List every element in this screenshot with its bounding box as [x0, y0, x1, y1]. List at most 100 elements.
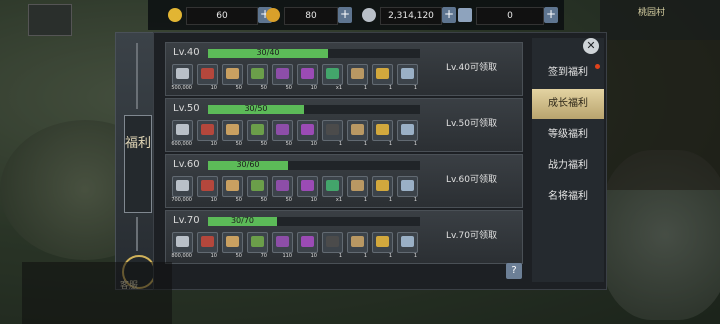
reward-item[interactable]: 1 [372, 176, 393, 203]
item-count: 1 [413, 141, 417, 147]
reward-item[interactable]: 1 [397, 232, 418, 259]
reward-item[interactable]: 1 [347, 176, 368, 203]
chat-box[interactable] [22, 262, 172, 324]
avatar[interactable] [28, 4, 72, 36]
nav-item[interactable]: 签到福利 [532, 58, 604, 88]
silver-box-icon [401, 124, 414, 135]
notification-dot [595, 64, 600, 69]
close-button[interactable]: ✕ [583, 38, 599, 54]
item-count: 1 [413, 85, 417, 91]
reward-item[interactable]: 50 [222, 120, 243, 147]
item-count: 10 [310, 253, 317, 259]
reward-item[interactable]: x1 [322, 64, 343, 91]
jade-stack-icon [251, 236, 264, 247]
reward-items: 500,000 10 50 50 50 10 x1 1 1 1 [171, 64, 422, 91]
scroll-icon [226, 180, 239, 191]
reward-items: 600,000 10 50 50 50 10 1 1 1 1 [171, 120, 422, 147]
item-count: 1 [413, 197, 417, 203]
purple-chest-icon [301, 68, 314, 79]
question-icon [326, 236, 339, 247]
reward-item[interactable]: 1 [347, 232, 368, 259]
reward-item[interactable]: 70 [247, 232, 268, 259]
add-ingot-button[interactable]: + [338, 7, 352, 23]
reward-item[interactable]: 1 [397, 176, 418, 203]
reward-item[interactable]: 1 [372, 232, 393, 259]
reward-item[interactable]: 1 [322, 120, 343, 147]
level-label: Lv.40 [173, 47, 200, 58]
silver-box-icon [401, 68, 414, 79]
reward-item[interactable]: 50 [247, 64, 268, 91]
scroll-icon [226, 68, 239, 79]
reward-item[interactable]: 110 [272, 232, 293, 259]
reward-item[interactable]: 1 [372, 64, 393, 91]
welfare-nav: 签到福利成长福利 等级福利 战力福利 名将福利 [532, 38, 604, 282]
reward-item[interactable]: 1 [347, 64, 368, 91]
reward-item[interactable]: x1 [322, 176, 343, 203]
reward-item[interactable]: 50 [272, 64, 293, 91]
item-count: 10 [310, 85, 317, 91]
scroll-icon [226, 236, 239, 247]
nav-item[interactable]: 等级福利 [532, 120, 604, 150]
reward-item[interactable]: 1 [372, 120, 393, 147]
help-button[interactable]: ? [506, 263, 522, 279]
reward-item[interactable]: 10 [197, 64, 218, 91]
purple-gem-icon [276, 124, 289, 135]
reward-item[interactable]: 600,000 [171, 120, 193, 147]
item-count: 1 [363, 253, 367, 259]
item-count: 600,000 [171, 141, 192, 147]
nav-item-label: 签到福利 [548, 67, 588, 78]
reward-item[interactable]: 10 [197, 120, 218, 147]
item-count: 500,000 [171, 85, 192, 91]
reward-item[interactable]: 700,000 [171, 176, 193, 203]
add-ticket-button[interactable]: + [544, 7, 558, 23]
divider [136, 43, 138, 109]
reward-item[interactable]: 50 [272, 176, 293, 203]
item-count: 50 [260, 141, 267, 147]
level-label: Lv.60 [173, 159, 200, 170]
minimap[interactable]: 桃园村 [600, 0, 720, 40]
nav-item[interactable]: 名将福利 [532, 182, 604, 212]
reward-item[interactable]: 50 [222, 176, 243, 203]
reward-item[interactable]: 50 [272, 120, 293, 147]
tab-welfare[interactable]: 福利 [124, 115, 152, 213]
silver-box-icon [401, 180, 414, 191]
nav-item[interactable]: 战力福利 [532, 151, 604, 181]
reward-item[interactable]: 1 [397, 64, 418, 91]
progress-bar: 30/60 [208, 160, 420, 170]
reward-item[interactable]: 10 [197, 176, 218, 203]
reward-item[interactable]: 10 [297, 176, 318, 203]
reward-items: 700,000 10 50 50 50 10 x1 1 1 1 [171, 176, 422, 203]
reward-item[interactable]: 50 [222, 64, 243, 91]
reward-item[interactable]: 10 [297, 120, 318, 147]
item-count: 1 [338, 253, 342, 259]
item-count: 1 [388, 141, 392, 147]
gold-token-icon [376, 68, 389, 79]
reward-item[interactable]: 10 [197, 232, 218, 259]
item-count: 1 [388, 253, 392, 259]
item-count: 10 [210, 141, 217, 147]
silver-box-icon [401, 236, 414, 247]
reward-item[interactable]: 800,000 [171, 232, 193, 259]
reward-item[interactable]: 50 [222, 232, 243, 259]
item-count: 1 [413, 253, 417, 259]
reward-item[interactable]: 50 [247, 120, 268, 147]
item-count: 10 [310, 141, 317, 147]
item-count: 50 [235, 85, 242, 91]
reward-item[interactable]: 50 [247, 176, 268, 203]
reward-item[interactable]: 10 [297, 232, 318, 259]
reward-item[interactable]: 10 [297, 64, 318, 91]
reward-item[interactable]: 1 [347, 120, 368, 147]
reward-item[interactable]: 1 [322, 232, 343, 259]
jade-stack-icon [251, 124, 264, 135]
add-silver-button[interactable]: + [442, 7, 456, 23]
purple-gem-icon [276, 68, 289, 79]
progress-text: 30/70 [230, 216, 255, 225]
reward-item[interactable]: 500,000 [171, 64, 193, 91]
resource-value: 60 [186, 7, 258, 25]
purple-gem-icon [276, 180, 289, 191]
nav-item[interactable]: 成长福利 [532, 89, 604, 119]
reward-item[interactable]: 1 [397, 120, 418, 147]
claim-status: Lv.40可领取 [446, 63, 497, 73]
progress-bar: 30/40 [208, 48, 420, 58]
gold-ingot-icon [266, 8, 280, 22]
